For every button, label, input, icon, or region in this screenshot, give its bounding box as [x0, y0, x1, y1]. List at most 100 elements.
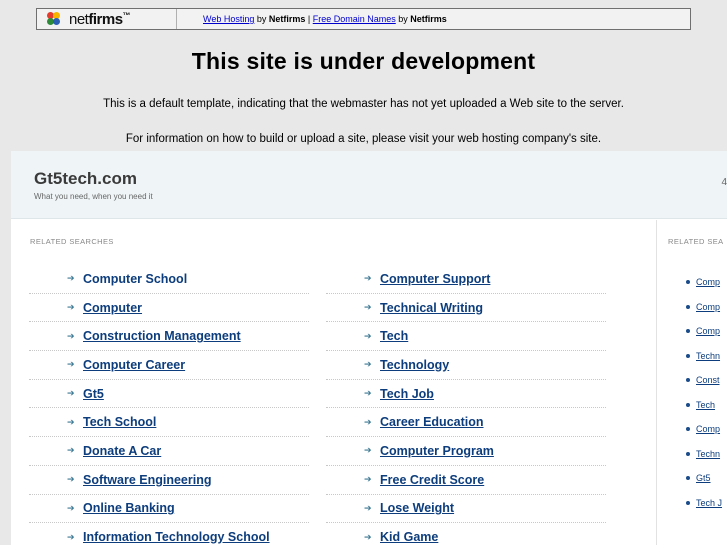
logo-text: netfirms™: [69, 10, 131, 28]
related-searches-right-column: ➔ Computer Support ➔ Technical Writing ➔ Tech…: [326, 265, 606, 545]
related-search-item[interactable]: ➔ Gt5: [29, 380, 309, 409]
site-title: Gt5tech.com: [34, 169, 137, 188]
sidebar-search-item[interactable]: Comp: [686, 319, 722, 344]
sidebar-search-link[interactable]: Techn: [696, 449, 720, 459]
header-edge-text: 4: [721, 177, 727, 188]
related-searches-sidebar: RELATED SEA Comp Comp Comp Techn Const Tech Co…: [658, 220, 727, 545]
netfirms-logo[interactable]: netfirms™: [37, 9, 177, 29]
sidebar-search-item[interactable]: Techn: [686, 344, 722, 369]
sidebar-search-item[interactable]: Comp: [686, 295, 722, 320]
sidebar-search-item[interactable]: Tech: [686, 393, 722, 418]
arrow-right-icon: ➔: [67, 474, 75, 485]
sidebar-search-item[interactable]: Const: [686, 368, 722, 393]
related-search-item[interactable]: ➔ Computer Support: [326, 265, 606, 294]
sidebar-search-item[interactable]: Gt5: [686, 466, 722, 491]
related-search-link[interactable]: Technology: [380, 358, 449, 372]
related-search-item[interactable]: ➔ Computer: [29, 294, 309, 323]
related-search-item[interactable]: ➔ Software Engineering: [29, 466, 309, 495]
sidebar-search-item[interactable]: Tech J: [686, 491, 722, 516]
arrow-right-icon: ➔: [67, 531, 75, 542]
page-headline: This site is under development: [191, 48, 536, 74]
related-searches-label: RELATED SEARCHES: [30, 237, 114, 246]
sidebar-search-item[interactable]: Comp: [686, 417, 722, 442]
sidebar-search-link[interactable]: Comp: [696, 326, 720, 336]
related-searches-main: RELATED SEARCHES ➔ Computer School ➔ Comput…: [11, 220, 657, 545]
sidebar-search-link[interactable]: Comp: [696, 302, 720, 312]
sidebar-search-link[interactable]: Comp: [696, 424, 720, 434]
related-search-link[interactable]: Computer Career: [83, 358, 185, 372]
related-search-link[interactable]: Tech: [380, 329, 408, 343]
arrow-right-icon: ➔: [364, 416, 372, 427]
related-search-link[interactable]: Online Banking: [83, 501, 175, 515]
related-search-item[interactable]: ➔ Technical Writing: [326, 294, 606, 323]
bullet-icon: [686, 402, 690, 407]
related-search-link[interactable]: Information Technology School: [83, 530, 270, 544]
related-search-link[interactable]: Kid Game: [380, 530, 438, 544]
description-text: This is a default template, indicating t…: [103, 98, 624, 110]
arrow-right-icon: ➔: [67, 502, 75, 513]
sidebar-search-link[interactable]: Tech J: [696, 498, 722, 508]
related-search-item[interactable]: ➔ Career Education: [326, 408, 606, 438]
related-search-item[interactable]: ➔ Free Credit Score: [326, 466, 606, 495]
sidebar-search-item[interactable]: Comp: [686, 270, 722, 295]
web-hosting-link[interactable]: Web Hosting: [203, 14, 254, 24]
info-text: For information on how to build or uploa…: [125, 133, 602, 145]
sidebar-search-link[interactable]: Techn: [696, 351, 720, 361]
arrow-right-icon: ➔: [67, 302, 75, 313]
related-search-item[interactable]: ➔ Construction Management: [29, 322, 309, 352]
sidebar-list: Comp Comp Comp Techn Const Tech Comp Techn Gt5 Te…: [686, 270, 722, 515]
related-search-item[interactable]: ➔ Kid Game: [326, 523, 606, 545]
related-search-item[interactable]: ➔ Information Technology School: [29, 523, 309, 545]
related-search-link[interactable]: Computer Support: [380, 272, 490, 286]
arrow-right-icon: ➔: [67, 273, 75, 284]
related-search-item[interactable]: ➔ Computer School: [29, 265, 309, 294]
related-search-item[interactable]: ➔ Lose Weight: [326, 495, 606, 524]
related-search-item[interactable]: ➔ Technology: [326, 351, 606, 380]
related-search-link[interactable]: Gt5: [83, 387, 104, 401]
related-search-link[interactable]: Free Credit Score: [380, 473, 484, 487]
topbar-links: Web Hosting by Netfirms | Free Domain Na…: [203, 14, 447, 24]
site-tagline: What you need, when you need it: [34, 192, 153, 201]
arrow-right-icon: ➔: [364, 445, 372, 456]
related-search-link[interactable]: Computer: [83, 301, 142, 315]
related-search-item[interactable]: ➔ Tech: [326, 322, 606, 352]
related-search-item[interactable]: ➔ Donate A Car: [29, 437, 309, 466]
bullet-icon: [686, 378, 690, 383]
related-searches-left-column: ➔ Computer School ➔ Computer ➔ Construction M…: [29, 265, 309, 545]
related-search-link[interactable]: Career Education: [380, 415, 484, 429]
bullet-icon: [686, 353, 690, 358]
related-search-link[interactable]: Technical Writing: [380, 301, 483, 315]
arrow-right-icon: ➔: [364, 330, 372, 341]
arrow-right-icon: ➔: [67, 445, 75, 456]
related-search-link[interactable]: Tech School: [83, 415, 156, 429]
bullet-icon: [686, 280, 690, 285]
sidebar-related-label: RELATED SEA: [668, 237, 724, 246]
sidebar-search-link[interactable]: Gt5: [696, 473, 711, 483]
arrow-right-icon: ➔: [364, 531, 372, 542]
arrow-right-icon: ➔: [67, 416, 75, 427]
arrow-right-icon: ➔: [364, 388, 372, 399]
sidebar-search-item[interactable]: Techn: [686, 442, 722, 467]
related-search-link[interactable]: Computer School: [83, 272, 187, 286]
netfirms-topbar: netfirms™ Web Hosting by Netfirms | Free…: [36, 8, 691, 30]
related-search-item[interactable]: ➔ Computer Career: [29, 351, 309, 380]
related-search-link[interactable]: Computer Program: [380, 444, 494, 458]
related-search-link[interactable]: Software Engineering: [83, 473, 212, 487]
domain-header: Gt5tech.com What you need, when you need…: [11, 151, 727, 219]
related-search-item[interactable]: ➔ Computer Program: [326, 437, 606, 466]
related-search-link[interactable]: Construction Management: [83, 329, 241, 343]
related-search-link[interactable]: Lose Weight: [380, 501, 454, 515]
arrow-right-icon: ➔: [364, 273, 372, 284]
related-search-item[interactable]: ➔ Online Banking: [29, 495, 309, 524]
arrow-right-icon: ➔: [364, 474, 372, 485]
sidebar-search-link[interactable]: Const: [696, 375, 720, 385]
free-domain-names-link[interactable]: Free Domain Names: [313, 14, 396, 24]
bullet-icon: [686, 329, 690, 334]
related-search-link[interactable]: Tech Job: [380, 387, 434, 401]
sidebar-search-link[interactable]: Tech: [696, 400, 715, 410]
related-search-link[interactable]: Donate A Car: [83, 444, 161, 458]
arrow-right-icon: ➔: [67, 359, 75, 370]
related-search-item[interactable]: ➔ Tech Job: [326, 380, 606, 409]
sidebar-search-link[interactable]: Comp: [696, 277, 720, 287]
related-search-item[interactable]: ➔ Tech School: [29, 408, 309, 438]
